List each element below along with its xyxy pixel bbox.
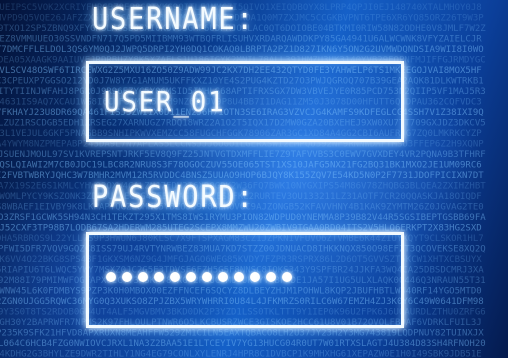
password-mask-dot [122,272,132,282]
password-mask-dot [266,272,276,282]
password-label: PASSWORD: [92,180,255,215]
username-value: USER_01 [104,85,226,118]
password-mask-dot [186,272,196,282]
password-mask-dot [154,272,164,282]
code-texture-line: JQSLQIAWI2M7CB0JDC19LBC8R2NRU8S3F78OGOCZ… [0,161,482,171]
password-mask-dot [250,272,260,282]
password-mask-dot [106,272,116,282]
code-texture-line: JSUENJMOUL97SV1KVREPSNTJRKF5EV8Q9FZ25JNT… [0,150,486,160]
password-mask-dot [170,272,180,282]
password-mask-dot [138,272,148,282]
password-mask-dot [282,272,292,282]
password-mask-dot [234,272,244,282]
username-label: USERNAME: [92,2,255,37]
code-texture-line: P235K9SFK21HFVD8APXRUXN8MEAHFFW529ZM1CIL… [0,329,484,339]
code-texture-line: T7DMCFFLELDOL3QS6YM0QJ2JWPQ5DRPI2YH0DQ1C… [0,45,484,55]
password-mask-dot [202,272,212,282]
code-texture-line: U4KDHG2G3BHYLZE9DWR2TIHLY1NG4EG79CONLXYL… [0,350,482,358]
password-mask-dot [218,272,228,282]
password-mask [106,272,292,282]
login-screen-photo: RUEIPSC5VOK2XCRIYFURGB78EP8GPTYKG9QITLF1… [0,0,508,358]
code-texture-line: L064C6HCB4FZG0NWIOVCJRXL1NA3Z2BAA51E1LTC… [0,339,486,349]
